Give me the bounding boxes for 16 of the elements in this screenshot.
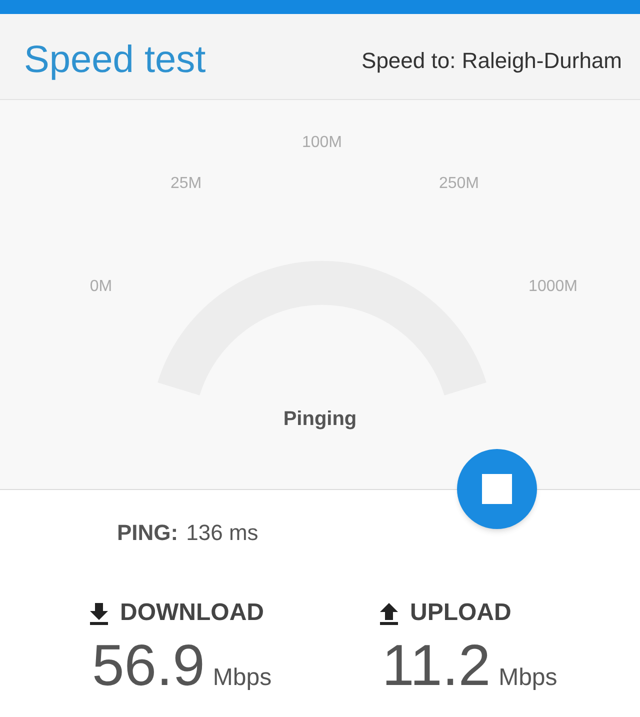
gauge-tick-label: 100M	[302, 133, 342, 153]
download-label: DOWNLOAD	[120, 598, 264, 628]
speed-unit: Mbps	[212, 663, 272, 693]
gauge-tick-label: 25M	[170, 174, 202, 194]
upload-label: UPLOAD	[410, 598, 512, 628]
download-speed-value: 56.9	[92, 637, 205, 695]
ping-label: PING:	[117, 519, 178, 547]
gauge-tick-label: 250M	[438, 174, 480, 194]
ping-value: 136 ms	[186, 519, 258, 547]
status-label: Pinging	[282, 407, 358, 432]
server-label: Speed to: Raleigh-Durham	[362, 47, 622, 75]
app-title: Speed test	[24, 38, 206, 83]
gauge-tick-label: 1000M	[528, 277, 578, 297]
speed-unit: Mbps	[498, 663, 558, 693]
gauge-tick-label: 0M	[90, 277, 112, 297]
upload-speed-value: 11.2	[382, 637, 491, 695]
